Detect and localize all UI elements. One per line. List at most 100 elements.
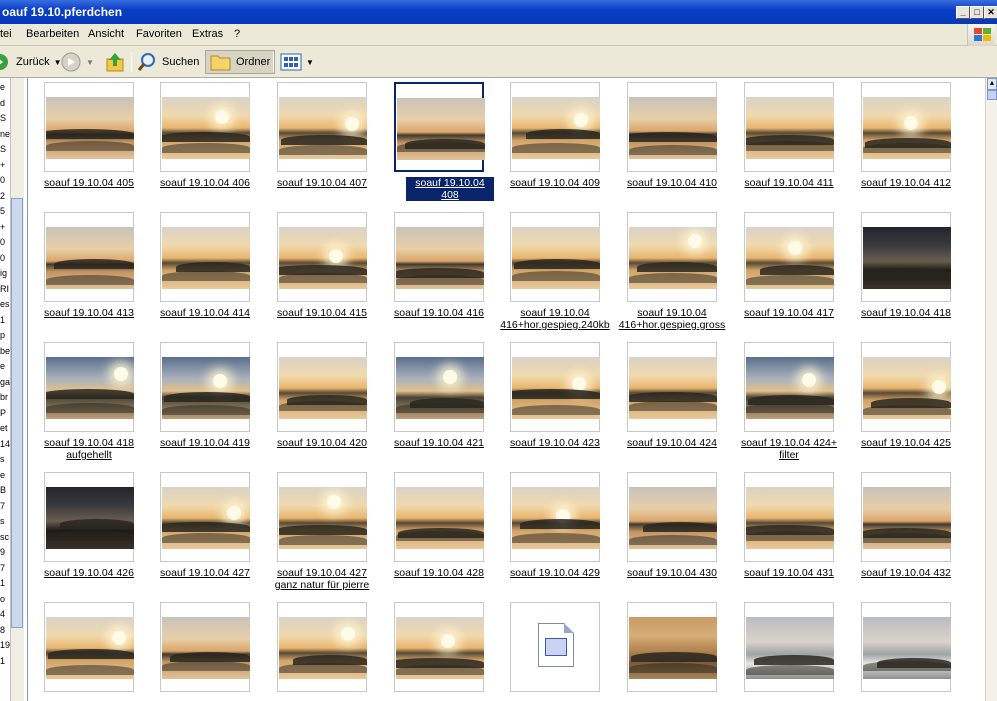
folder-tree-item[interactable]: et: [0, 423, 10, 433]
thumbnail-frame[interactable]: [394, 342, 484, 432]
thumbnail-frame[interactable]: [627, 212, 717, 302]
folder-tree-item[interactable]: S: [0, 144, 10, 154]
minimize-button[interactable]: _: [956, 6, 970, 19]
thumbnail-frame[interactable]: [160, 82, 250, 172]
thumbnail-frame[interactable]: [277, 82, 367, 172]
thumbnail-frame[interactable]: [394, 82, 485, 172]
menu-favorites[interactable]: Favoriten: [136, 28, 182, 40]
folder-tree-item[interactable]: br: [0, 392, 10, 402]
folder-tree-item[interactable]: RI: [0, 284, 10, 294]
thumbnail-frame[interactable]: [44, 342, 134, 432]
thumbnail-frame[interactable]: [277, 602, 367, 692]
folder-tree-item[interactable]: 5: [0, 206, 10, 216]
thumbnail-label[interactable]: soauf 19.10.04 408: [406, 177, 494, 201]
thumbnail-frame[interactable]: [510, 472, 600, 562]
thumbnail-frame[interactable]: [861, 342, 951, 432]
thumbnail-label[interactable]: soauf 19.10.04 415: [267, 307, 377, 319]
folder-tree-item[interactable]: S: [0, 113, 10, 123]
thumbnail-label[interactable]: soauf 19.10.04 407: [267, 177, 377, 189]
menu-help[interactable]: ?: [234, 28, 240, 40]
thumbnail-frame[interactable]: [277, 212, 367, 302]
thumbnail-label[interactable]: soauf 19.10.04 416+hor.gespieg.240kb: [500, 307, 610, 331]
vertical-scrollbar[interactable]: ▲: [985, 78, 997, 701]
thumbnail-label[interactable]: soauf 19.10.04 411: [734, 177, 844, 189]
folder-tree-item[interactable]: 14: [0, 439, 10, 449]
thumbnail-frame[interactable]: [510, 212, 600, 302]
folder-tree-item[interactable]: 8: [0, 625, 10, 635]
thumbnail-frame[interactable]: [627, 342, 717, 432]
thumbnail-frame[interactable]: [160, 212, 250, 302]
folder-tree-item[interactable]: 4: [0, 609, 10, 619]
folder-tree-item[interactable]: 7: [0, 501, 10, 511]
folder-tree-item[interactable]: 2: [0, 191, 10, 201]
thumbnail-frame[interactable]: [277, 342, 367, 432]
thumbnail-label[interactable]: soauf 19.10.04 427 ganz natur für pierre: [267, 567, 377, 591]
thumbnail-label[interactable]: soauf 19.10.04 421: [384, 437, 494, 449]
scroll-up-icon[interactable]: ▲: [987, 78, 997, 90]
thumbnail-label[interactable]: soauf 19.10.04 431: [734, 567, 844, 579]
thumbnail-label[interactable]: soauf 19.10.04 424+ filter: [734, 437, 844, 461]
thumbnail-label[interactable]: soauf 19.10.04 419: [150, 437, 260, 449]
thumbnail-label[interactable]: soauf 19.10.04 428: [384, 567, 494, 579]
thumbnail-label[interactable]: soauf 19.10.04 410: [617, 177, 727, 189]
folder-tree-item[interactable]: 0: [0, 237, 10, 247]
thumbnail-label[interactable]: soauf 19.10.04 418 aufgehellt: [34, 437, 144, 461]
menu-edit[interactable]: Bearbeiten: [26, 28, 79, 40]
thumbnail-label[interactable]: soauf 19.10.04 412: [851, 177, 961, 189]
views-button[interactable]: ▼: [280, 50, 314, 74]
folder-tree-item[interactable]: be: [0, 346, 10, 356]
thumbnail-frame[interactable]: [394, 212, 484, 302]
folder-tree-item[interactable]: 1: [0, 656, 10, 666]
forward-button[interactable]: ▼: [60, 50, 94, 74]
thumbnail-frame[interactable]: [44, 82, 134, 172]
thumbnail-frame[interactable]: [44, 472, 134, 562]
thumbnail-frame[interactable]: [44, 602, 134, 692]
folder-tree-item[interactable]: e: [0, 82, 10, 92]
thumbnail-label[interactable]: soauf 19.10.04 426: [34, 567, 144, 579]
folder-tree-item[interactable]: o: [0, 594, 10, 604]
thumbnail-frame[interactable]: [510, 602, 600, 692]
thumbnail-frame[interactable]: [510, 342, 600, 432]
thumbnail-frame[interactable]: [744, 472, 834, 562]
thumbnail-label[interactable]: soauf 19.10.04 430: [617, 567, 727, 579]
thumbnail-label[interactable]: soauf 19.10.04 405: [34, 177, 144, 189]
folder-tree-item[interactable]: 19: [0, 640, 10, 650]
thumbnail-frame[interactable]: [627, 472, 717, 562]
folder-tree-item[interactable]: P: [0, 408, 10, 418]
thumbnail-label[interactable]: soauf 19.10.04 416+hor.gespieg.gross: [617, 307, 727, 331]
thumbnail-label[interactable]: soauf 19.10.04 420: [267, 437, 377, 449]
thumbnail-label[interactable]: soauf 19.10.04 418: [851, 307, 961, 319]
thumbnail-frame[interactable]: [160, 602, 250, 692]
folder-tree-item[interactable]: d: [0, 98, 10, 108]
folder-tree-item[interactable]: +: [0, 160, 10, 170]
folder-tree-item[interactable]: e: [0, 361, 10, 371]
close-button[interactable]: ✕: [984, 6, 997, 19]
menu-file[interactable]: tei: [0, 28, 12, 40]
thumbnail-frame[interactable]: [744, 212, 834, 302]
thumbnail-frame[interactable]: [744, 82, 834, 172]
thumbnail-frame[interactable]: [861, 82, 951, 172]
folder-tree-item[interactable]: ga: [0, 377, 10, 387]
menu-view[interactable]: Ansicht: [88, 28, 124, 40]
thumbnail-label[interactable]: soauf 19.10.04 423: [500, 437, 610, 449]
folder-tree-item[interactable]: B: [0, 485, 10, 495]
folders-button[interactable]: Ordner: [205, 50, 276, 74]
thumbnail-frame[interactable]: [627, 602, 717, 692]
thumbnail-label[interactable]: soauf 19.10.04 427: [150, 567, 260, 579]
folder-tree-item[interactable]: p: [0, 330, 10, 340]
search-button[interactable]: Suchen: [136, 50, 199, 74]
thumbnail-frame[interactable]: [510, 82, 600, 172]
thumbnail-frame[interactable]: [394, 602, 484, 692]
thumbnail-frame[interactable]: [44, 212, 134, 302]
thumbnail-frame[interactable]: [160, 342, 250, 432]
thumbnail-label[interactable]: soauf 19.10.04 416: [384, 307, 494, 319]
thumbnail-label[interactable]: soauf 19.10.04 429: [500, 567, 610, 579]
views-dropdown-icon[interactable]: ▼: [306, 58, 314, 67]
thumbnail-label[interactable]: soauf 19.10.04 406: [150, 177, 260, 189]
folder-tree-item[interactable]: ne: [0, 129, 10, 139]
thumbnail-frame[interactable]: [744, 602, 834, 692]
folder-tree-item[interactable]: 1: [0, 315, 10, 325]
thumbnail-label[interactable]: soauf 19.10.04 414: [150, 307, 260, 319]
folder-tree-item[interactable]: s: [0, 454, 10, 464]
folder-tree-item[interactable]: 0: [0, 253, 10, 263]
